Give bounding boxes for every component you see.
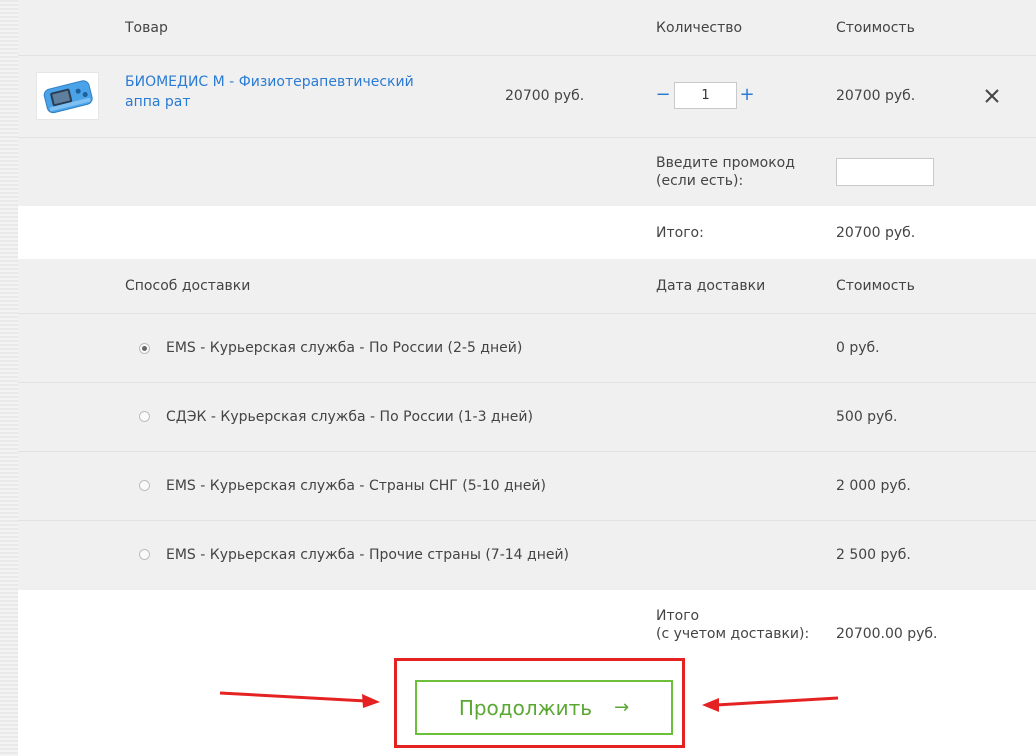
continue-button-label: Продолжить [458, 695, 593, 720]
device-icon [43, 80, 93, 114]
right-red-arrow-icon [702, 696, 839, 712]
close-icon [985, 89, 999, 103]
header-delivery-date: Дата доставки [656, 278, 766, 294]
cart-header-row: Товар Количество Стоимость [18, 0, 1036, 56]
arrow-right-icon: → [614, 697, 630, 718]
delivery-option-row[interactable]: EMS - Курьерская служба - Страны СНГ (5-… [18, 452, 1036, 521]
cart-total-value: 20700 руб. [836, 225, 916, 241]
header-product: Товар [125, 20, 168, 36]
delivery-option-row[interactable]: СДЭК - Курьерская служба - По России (1-… [18, 383, 1036, 452]
header-cost: Стоимость [836, 20, 915, 36]
cart-total-row: Итого: 20700 руб. [18, 206, 1036, 259]
cart-total-label: Итого: [656, 225, 704, 241]
final-total-label-line2: (с учетом доставки): [656, 626, 810, 642]
delivery-header-row: Способ доставки Дата доставки Стоимость [18, 259, 1036, 314]
page-left-edge [0, 0, 18, 756]
left-red-arrow-icon [219, 691, 380, 708]
delivery-option-cost: 2 000 руб. [836, 478, 911, 494]
delivery-option-label[interactable]: EMS - Курьерская служба - Прочие страны … [166, 546, 569, 564]
cart-table: Товар Количество Стоимость БИОМЕДИС М - … [18, 0, 1036, 756]
delivery-option-label[interactable]: EMS - Курьерская служба - По России (2-5… [166, 339, 522, 357]
cart-item-row: БИОМЕДИС М - Физиотерапевтический аппа р… [18, 56, 1036, 138]
quantity-decrease-button[interactable]: − [655, 82, 671, 108]
continue-button[interactable]: Продолжить → [415, 680, 673, 735]
delivery-option-row[interactable]: EMS - Курьерская служба - Прочие страны … [18, 521, 1036, 590]
header-quantity: Количество [656, 20, 743, 36]
final-total-label-line1: Итого [656, 608, 700, 624]
delivery-option-radio[interactable] [139, 411, 150, 422]
delivery-option-label[interactable]: EMS - Курьерская служба - Страны СНГ (5-… [166, 477, 546, 495]
promo-label-line2: (если есть): [656, 173, 744, 189]
delivery-option-label[interactable]: СДЭК - Курьерская служба - По России (1-… [166, 408, 533, 426]
product-cost: 20700 руб. [836, 88, 916, 104]
product-price: 20700 руб. [505, 88, 585, 104]
final-total-value: 20700.00 руб. [836, 626, 938, 642]
delivery-option-radio[interactable] [139, 480, 150, 491]
delivery-option-cost: 500 руб. [836, 409, 898, 425]
delivery-option-cost: 2 500 руб. [836, 547, 911, 563]
promo-row: Введите промокод (если есть): [18, 138, 1036, 206]
header-delivery-method: Способ доставки [125, 278, 251, 294]
quantity-increase-button[interactable]: + [739, 82, 755, 108]
product-link[interactable]: БИОМЕДИС М - Физиотерапевтический аппа р… [125, 72, 435, 112]
header-delivery-cost: Стоимость [836, 278, 915, 294]
remove-item-button[interactable] [980, 84, 1004, 108]
delivery-option-cost: 0 руб. [836, 340, 880, 356]
quantity-input[interactable] [674, 82, 737, 109]
promo-label-line1: Введите промокод [656, 155, 795, 171]
delivery-option-radio[interactable] [139, 343, 150, 354]
delivery-option-row[interactable]: EMS - Курьерская служба - По России (2-5… [18, 314, 1036, 383]
promo-code-input[interactable] [836, 158, 934, 186]
delivery-option-radio[interactable] [139, 549, 150, 560]
product-image[interactable] [36, 72, 99, 120]
